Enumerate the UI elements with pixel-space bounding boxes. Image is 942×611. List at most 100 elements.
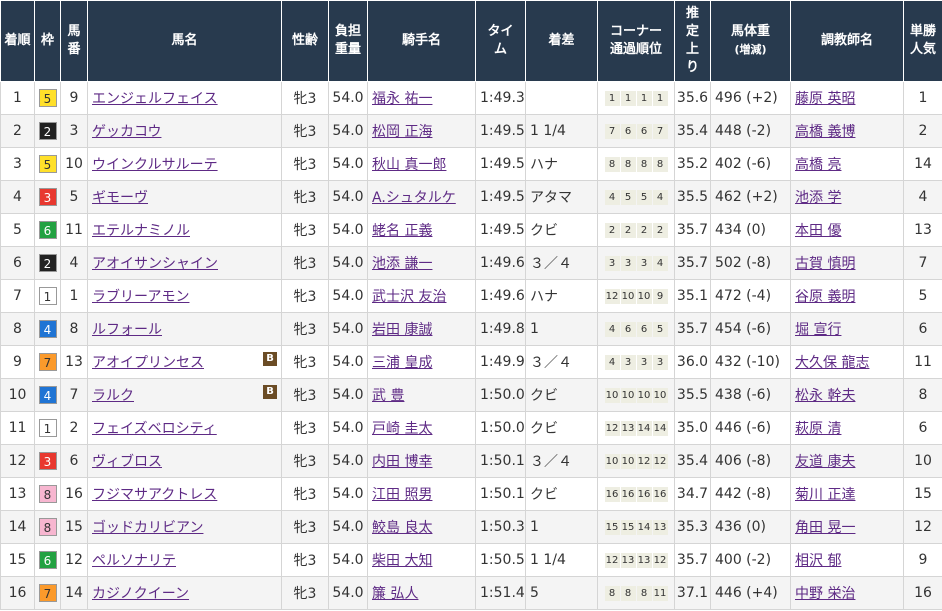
header-row: 着順 枠 馬番 馬名 性齢 負担重量 騎手名 タイム 着差 コーナー通過順位 推…	[0, 0, 942, 82]
corner-position: 16	[652, 486, 668, 502]
corner-position: 7	[652, 123, 668, 139]
trainer-link[interactable]: 古賀 慎明	[795, 256, 855, 272]
jockey-link[interactable]: 内田 博幸	[372, 454, 432, 470]
waku-badge: 4	[38, 386, 57, 404]
table-row: 3 5 10 ウインクルサルーテ 牝3 54.0 秋山 真一郎 1:49.5 ハナ 8 8 8 8 35.…	[0, 147, 942, 181]
waku-cell: 8	[34, 510, 61, 544]
jockey-cell: 武士沢 友治	[367, 279, 476, 313]
horse-link[interactable]: エテルナミノル	[92, 223, 190, 239]
last3f-cell: 35.3	[674, 510, 711, 544]
trainer-link[interactable]: 本田 優	[795, 223, 841, 239]
horse-link[interactable]: ラルク	[92, 388, 134, 404]
last3f-cell: 35.6	[674, 81, 711, 115]
trainer-link[interactable]: 谷原 義明	[795, 289, 855, 305]
corner-position: 1	[636, 90, 652, 106]
jockey-link[interactable]: A.シュタルケ	[372, 190, 456, 206]
rank-cell: 2	[0, 114, 35, 148]
jockey-link[interactable]: 鮫島 良太	[372, 520, 432, 536]
corner-positions: 4333	[599, 354, 674, 370]
jockey-link[interactable]: 武 豊	[372, 388, 404, 404]
horse-link[interactable]: アオイサンシャイン	[92, 256, 218, 272]
corner-position: 10	[636, 288, 652, 304]
trainer-cell: 相沢 郁	[790, 543, 904, 577]
jockey-link[interactable]: 三浦 皇成	[372, 355, 432, 371]
corner-positions: 4554	[599, 189, 674, 205]
trainer-link[interactable]: 中野 栄治	[795, 586, 855, 602]
trainer-link[interactable]: 高橋 義博	[795, 124, 855, 140]
horse-link[interactable]: ペルソナリテ	[92, 553, 176, 569]
jockey-link[interactable]: 福永 祐一	[372, 91, 432, 107]
horse-link[interactable]: ゲッカコウ	[92, 124, 161, 140]
jockey-link[interactable]: 松岡 正海	[372, 124, 432, 140]
trainer-link[interactable]: 大久保 龍志	[795, 355, 869, 371]
sexage-cell: 牝3	[281, 477, 329, 511]
rank-cell: 9	[0, 345, 35, 379]
table-row: 12 3 6 ヴィブロス 牝3 54.0 内田 博幸 1:50.1 ３／４ 10 10 12 12 35.…	[0, 444, 942, 478]
horse-link[interactable]: ウインクルサルーテ	[92, 157, 218, 173]
time-cell: 1:50.5	[475, 543, 526, 577]
trainer-link[interactable]: 菊川 正達	[795, 487, 855, 503]
corner-position: 15	[604, 519, 620, 535]
last3f-cell: 35.7	[674, 246, 711, 280]
horse-link[interactable]: ラブリーアモン	[92, 289, 189, 305]
trainer-link[interactable]: 堀 宣行	[795, 322, 841, 338]
jockey-link[interactable]: 江田 照男	[372, 487, 432, 503]
horse-link[interactable]: カジノクイーン	[92, 586, 189, 602]
horse-link[interactable]: ルフォール	[92, 322, 162, 338]
horse-link[interactable]: ゴッドカリビアン	[92, 520, 203, 536]
jockey-link[interactable]: 簾 弘人	[372, 586, 418, 602]
body-weight-cell: 462 (+2)	[710, 180, 791, 214]
jockey-link[interactable]: 蛯名 正義	[372, 223, 432, 239]
jockey-link[interactable]: 池添 謙一	[372, 256, 432, 272]
trainer-link[interactable]: 友道 康夫	[795, 454, 855, 470]
horse-link[interactable]: ヴィブロス	[92, 454, 162, 470]
jockey-link[interactable]: 武士沢 友治	[372, 289, 446, 305]
corner-position: 4	[652, 189, 668, 205]
trainer-link[interactable]: 萩原 清	[795, 421, 841, 437]
trainer-cell: 堀 宣行	[790, 312, 904, 346]
corner-position: 7	[604, 123, 620, 139]
jockey-cell: 鮫島 良太	[367, 510, 476, 544]
jockey-link[interactable]: 岩田 康誠	[372, 322, 432, 338]
horse-link[interactable]: ギモーヴ	[92, 190, 148, 206]
corner-position: 2	[620, 222, 636, 238]
jockey-cell: 松岡 正海	[367, 114, 476, 148]
corner-position: 6	[636, 123, 652, 139]
waku-cell: 6	[34, 213, 61, 247]
umaban-cell: 12	[60, 543, 88, 577]
time-cell: 1:50.0	[475, 378, 526, 412]
umaban-cell: 2	[60, 411, 88, 445]
time-cell: 1:49.9	[475, 345, 526, 379]
header-jockey: 騎手名	[367, 0, 476, 82]
jockey-link[interactable]: 柴田 大知	[372, 553, 432, 569]
trainer-link[interactable]: 角田 晃一	[795, 520, 855, 536]
body-weight-cell: 442 (-8)	[710, 477, 791, 511]
popularity-cell: 5	[903, 279, 942, 313]
trainer-link[interactable]: 松永 幹夫	[795, 388, 855, 404]
margin-cell: クビ	[525, 213, 598, 247]
corner-cell: 8888	[597, 147, 675, 181]
jockey-link[interactable]: 戸崎 圭太	[372, 421, 432, 437]
results-body: 1 5 9 エンジェルフェイス 牝3 54.0 福永 祐一 1:49.3 1 1 1 1 35.6 496…	[0, 81, 942, 610]
jockey-link[interactable]: 秋山 真一郎	[372, 157, 446, 173]
last3f-cell: 35.5	[674, 378, 711, 412]
horse-link[interactable]: フェイズベロシティ	[92, 421, 217, 437]
trainer-link[interactable]: 相沢 郁	[795, 553, 841, 569]
margin-cell: 1 1/4	[525, 543, 598, 577]
trainer-link[interactable]: 藤原 英昭	[795, 91, 855, 107]
waku-badge: 3	[38, 452, 57, 470]
jockey-cell: 武 豊	[367, 378, 476, 412]
waku-badge: 5	[38, 155, 57, 173]
horse-link[interactable]: エンジェルフェイス	[92, 91, 218, 107]
sexage-cell: 牝3	[281, 576, 329, 610]
time-cell: 1:49.5	[475, 114, 526, 148]
horse-link[interactable]: フジマサアクトレス	[92, 487, 217, 503]
trainer-link[interactable]: 池添 学	[795, 190, 841, 206]
horse-link[interactable]: アオイプリンセス	[92, 355, 204, 371]
last3f-cell: 35.4	[674, 114, 711, 148]
sexage-cell: 牝3	[281, 147, 329, 181]
corner-position: 1	[604, 90, 620, 106]
rank-cell: 13	[0, 477, 35, 511]
trainer-link[interactable]: 高橋 亮	[795, 157, 841, 173]
weight-cell: 54.0	[328, 312, 368, 346]
